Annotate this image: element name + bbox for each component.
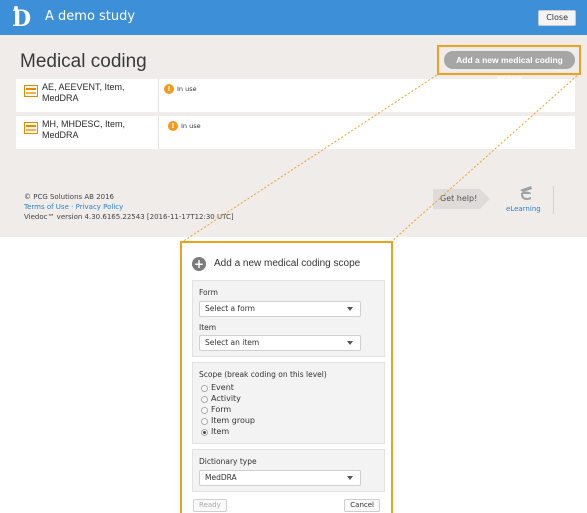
dictionary-select-value: MedDRA — [205, 473, 237, 482]
chevron-down-icon — [347, 341, 353, 345]
item-label: Item — [199, 323, 217, 332]
chevron-down-icon — [347, 476, 353, 480]
dictionary-select[interactable]: MedDRA — [199, 470, 361, 486]
scope-option-label: Item group — [211, 416, 255, 425]
dictionary-label: Dictionary type — [199, 457, 257, 466]
scope-option-label: Form — [211, 405, 232, 414]
radio-button-selected[interactable] — [201, 429, 208, 436]
scope-option-label: Activity — [211, 394, 241, 403]
scope-label: Scope (break coding on this level) — [199, 370, 327, 379]
form-label: Form — [199, 288, 218, 297]
cancel-button[interactable]: Cancel — [344, 499, 380, 512]
form-select[interactable]: Select a form — [199, 301, 361, 317]
scope-panel: Scope (break coding on this level) Event… — [192, 362, 385, 444]
dialog-title: Add a new medical coding scope — [214, 258, 361, 269]
form-select-value: Select a form — [205, 304, 255, 313]
radio-button[interactable] — [201, 407, 208, 414]
item-select[interactable]: Select an item — [199, 335, 361, 351]
radio-button[interactable] — [201, 396, 208, 403]
item-select-value: Select an item — [205, 338, 260, 347]
radio-button[interactable] — [201, 385, 208, 392]
dictionary-panel: Dictionary type MedDRA — [192, 449, 385, 492]
scope-option-label: Event — [211, 383, 234, 392]
form-item-panel: Form Select a form Item Select an item — [192, 280, 385, 357]
radio-button[interactable] — [201, 418, 208, 425]
scope-option-label: Item — [211, 427, 230, 436]
ready-button[interactable]: Ready — [193, 499, 227, 512]
plus-circle-icon: + — [192, 257, 206, 271]
chevron-down-icon — [347, 307, 353, 311]
add-scope-dialog: + Add a new medical coding scope Form Se… — [180, 241, 393, 513]
